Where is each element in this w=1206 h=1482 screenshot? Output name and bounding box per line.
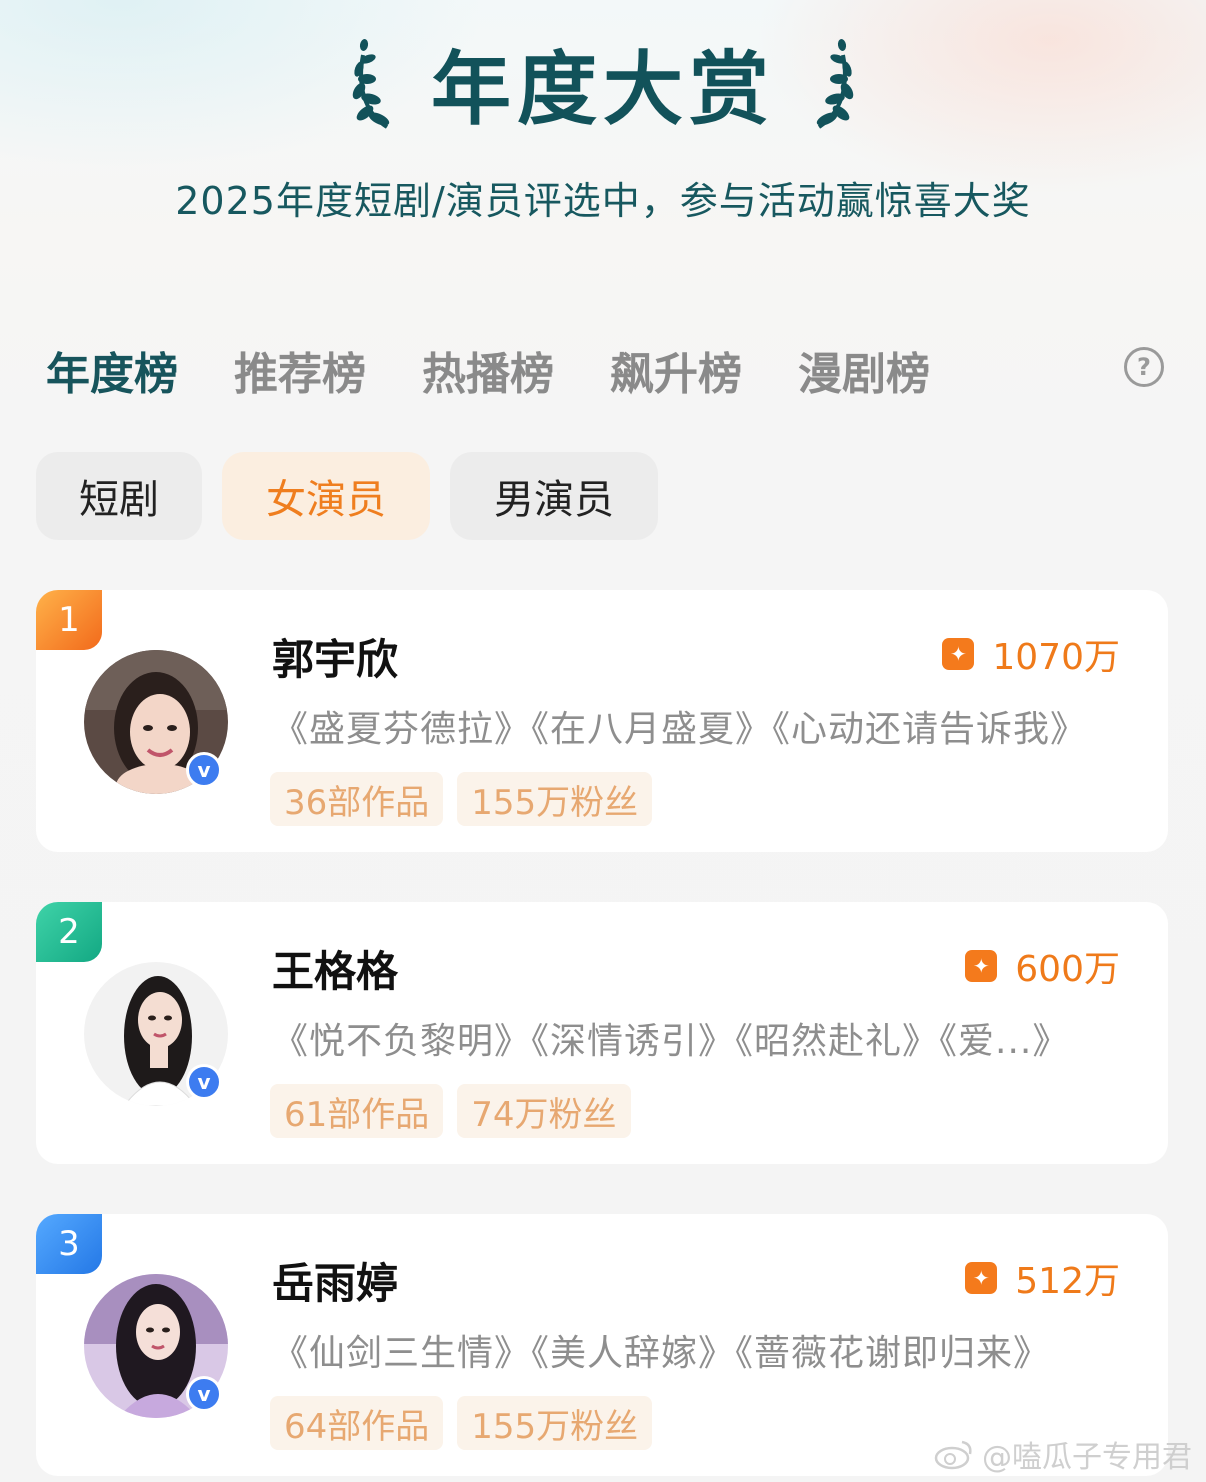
rank-badge: 3 <box>36 1214 102 1274</box>
actor-name[interactable]: 王格格 <box>272 938 398 999</box>
works-list: 《盛夏芬德拉》《在八月盛夏》《心动还请告诉我》 <box>272 709 1088 750</box>
score-value: 512万 <box>1015 1261 1120 1302</box>
works-count-tag: 64部作品 <box>270 1396 444 1450</box>
sparkle-icon: ✦ <box>942 638 975 670</box>
sparkle-icon: ✦ <box>965 950 998 982</box>
fans-count-tag: 74万粉丝 <box>457 1084 631 1138</box>
filter-short-drama[interactable]: 短剧 <box>36 452 202 540</box>
tab-hot[interactable]: 热播榜 <box>422 338 554 402</box>
ranking-card[interactable]: 1 v 郭宇欣 ✦ 1070万 《盛夏芬德拉》《在八月盛夏》《心动还请告诉我》 … <box>36 590 1168 852</box>
popularity-score: ✦ 600万 <box>965 940 1120 992</box>
actor-name[interactable]: 郭宇欣 <box>272 626 398 687</box>
fans-count-tag: 155万粉丝 <box>457 772 653 826</box>
laurel-right-icon <box>816 39 854 129</box>
tab-recommended[interactable]: 推荐榜 <box>234 338 366 402</box>
rank-badge: 1 <box>36 590 102 650</box>
page-subtitle: 2025年度短剧/演员评选中，参与活动赢惊喜大奖 <box>175 179 1031 223</box>
popularity-score: ✦ 512万 <box>965 1252 1120 1304</box>
tab-comic[interactable]: 漫剧榜 <box>798 338 930 402</box>
weibo-logo-icon <box>934 1440 972 1470</box>
works-list: 《仙剑三生情》《美人辞嫁》《蔷薇花谢即归来》 <box>272 1333 1051 1374</box>
works-list: 《悦不负黎明》《深情诱引》《昭然赴礼》《爱...》 <box>272 1021 1070 1062</box>
actor-name[interactable]: 岳雨婷 <box>272 1250 398 1311</box>
category-filters: 短剧 女演员 男演员 <box>36 452 658 540</box>
header: 年度大赏 2025年度短剧/演员评选中，参与活动赢惊喜大奖 <box>0 0 1206 260</box>
stats-tags: 64部作品 155万粉丝 <box>270 1396 653 1450</box>
popularity-score: ✦ 1070万 <box>942 628 1120 680</box>
title-row: 年度大赏 <box>0 28 1206 138</box>
laurel-left-icon <box>352 39 390 129</box>
filter-actress[interactable]: 女演员 <box>222 452 430 540</box>
watermark-text: @嗑瓜子专用君 <box>982 1440 1192 1475</box>
tab-rising[interactable]: 飙升榜 <box>610 338 742 402</box>
score-value: 1070万 <box>992 637 1120 678</box>
rank-badge: 2 <box>36 902 102 962</box>
filter-actor[interactable]: 男演员 <box>450 452 658 540</box>
fans-count-tag: 155万粉丝 <box>457 1396 653 1450</box>
ranking-card[interactable]: 2 v 王格格 ✦ 600万 《悦不负黎明》《深情诱引》《昭然赴礼》《爱...》… <box>36 902 1168 1164</box>
verified-badge-icon: v <box>186 752 222 788</box>
watermark: @嗑瓜子专用君 <box>934 1432 1192 1476</box>
ranking-tabs: 年度榜 推荐榜 热播榜 飙升榜 漫剧榜 ? <box>46 335 1176 405</box>
help-icon[interactable]: ? <box>1124 347 1164 387</box>
works-count-tag: 61部作品 <box>270 1084 444 1138</box>
stats-tags: 61部作品 74万粉丝 <box>270 1084 631 1138</box>
page-title: 年度大赏 <box>431 43 775 136</box>
stats-tags: 36部作品 155万粉丝 <box>270 772 653 826</box>
works-count-tag: 36部作品 <box>270 772 444 826</box>
sparkle-icon: ✦ <box>965 1262 998 1294</box>
tab-annual[interactable]: 年度榜 <box>46 338 178 402</box>
score-value: 600万 <box>1015 949 1120 990</box>
verified-badge-icon: v <box>186 1064 222 1100</box>
verified-badge-icon: v <box>186 1376 222 1412</box>
